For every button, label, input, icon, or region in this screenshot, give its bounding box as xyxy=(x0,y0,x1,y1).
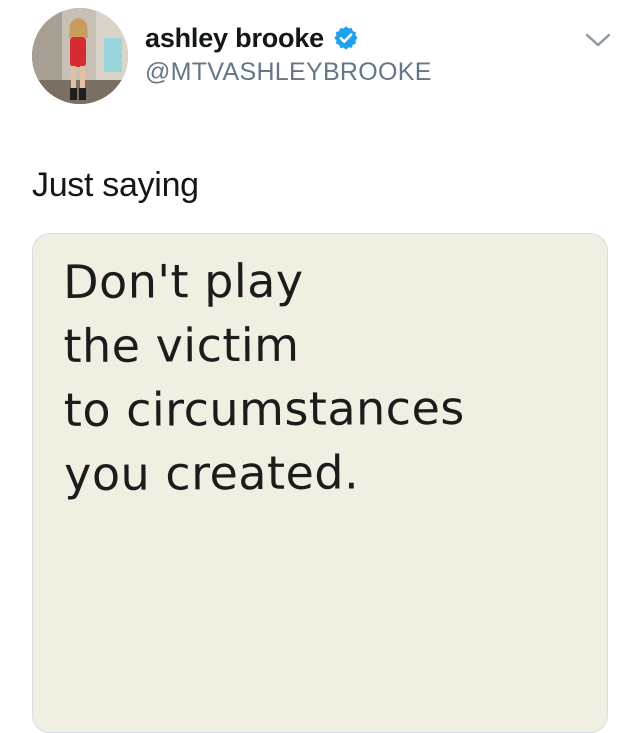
quote-line: you created. xyxy=(64,445,360,501)
tweet-text: Just saying xyxy=(32,166,199,204)
chevron-down-icon[interactable] xyxy=(584,30,612,50)
author-name-row: ashley brooke xyxy=(145,20,359,56)
quote-text: Don't play the victim to circumstances y… xyxy=(63,248,465,506)
quote-line: to circumstances xyxy=(63,380,465,437)
verified-badge-icon xyxy=(334,26,358,50)
tweet-media-image[interactable]: Don't play the victim to circumstances y… xyxy=(32,233,608,733)
quote-line: the victim xyxy=(63,317,300,373)
avatar[interactable] xyxy=(32,8,128,104)
author-display-name[interactable]: ashley brooke xyxy=(145,23,324,54)
quote-line: Don't play xyxy=(63,253,304,309)
author-handle[interactable]: @MTVASHLEYBROOKE xyxy=(145,58,432,87)
